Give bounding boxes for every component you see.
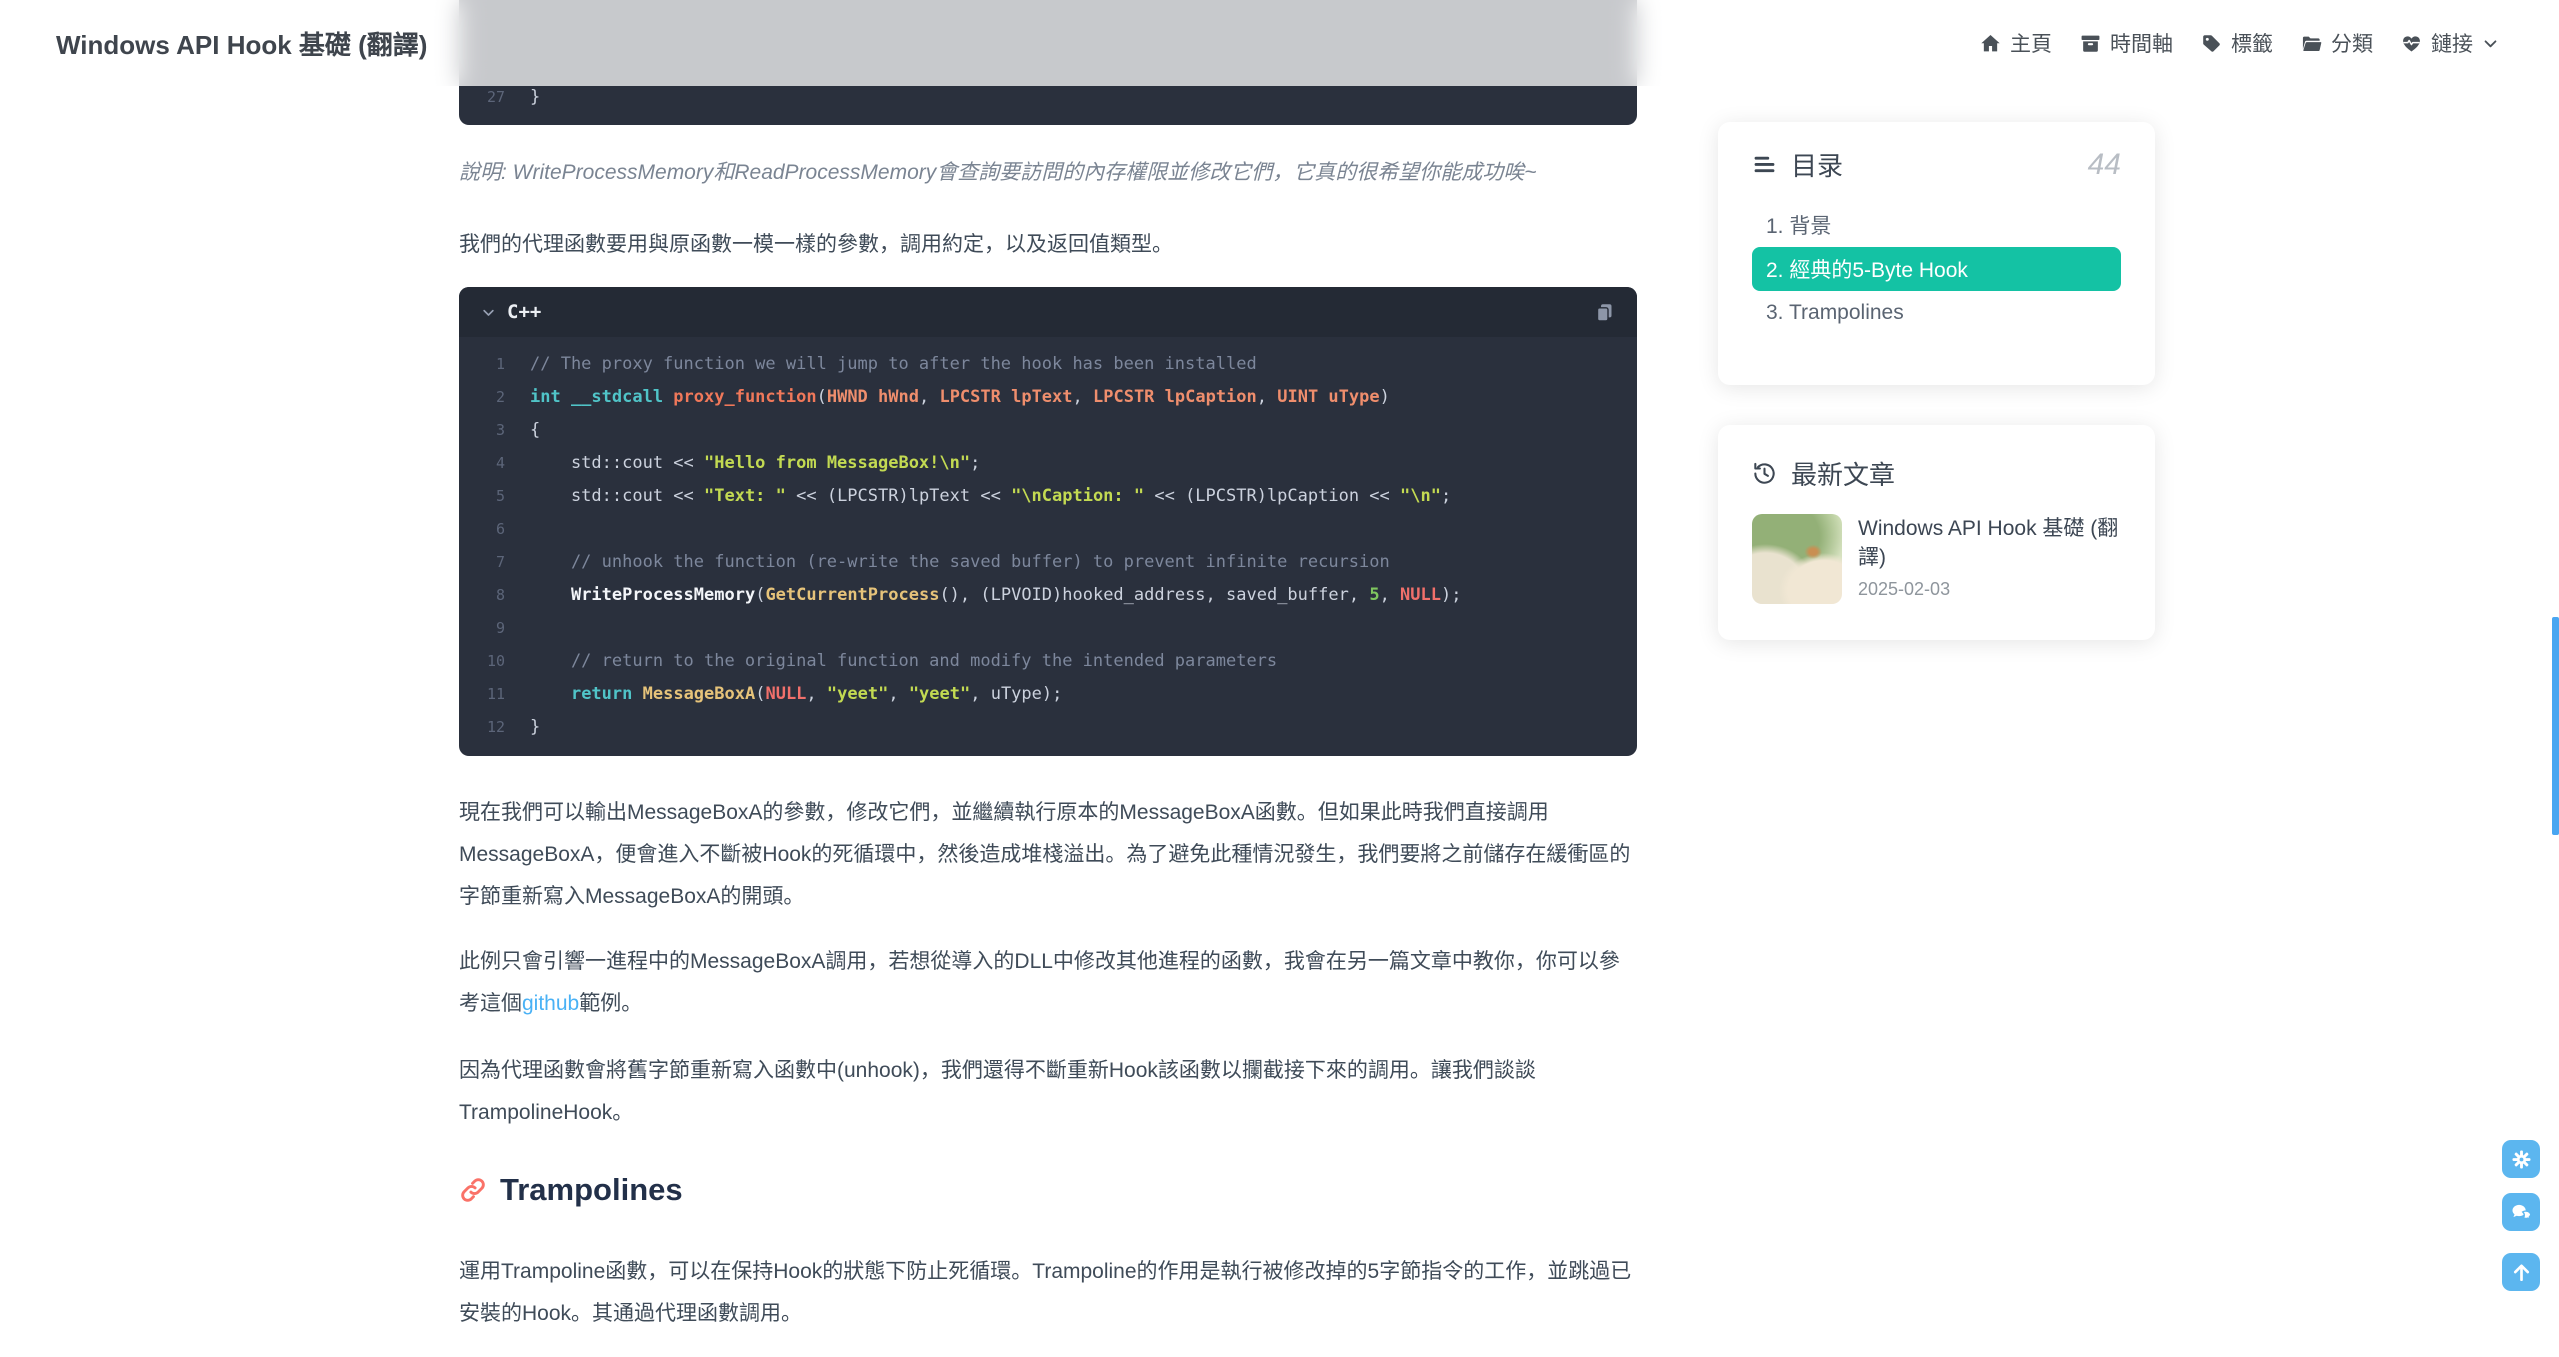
nav-item-heart-pulse[interactable]: 鏈接 <box>2401 28 2499 58</box>
recent-posts-title: 最新文章 <box>1791 460 1896 490</box>
paragraph-trampoline: 運用Trampoline函數，可以在保持Hook的狀態下防止死循環。Trampo… <box>459 1260 1632 1325</box>
folder-icon <box>2301 33 2322 54</box>
section-heading-text: Trampolines <box>500 1172 683 1207</box>
toc-item[interactable]: 1. 背景 <box>1752 203 2121 247</box>
header-nav: 主頁 時間軸 標籤 分類 鏈接 <box>1980 28 2499 58</box>
page-title: Windows API Hook 基礎 (翻譯) <box>56 29 428 60</box>
toc-title: 目录 <box>1791 151 1844 181</box>
post-title[interactable]: Windows API Hook 基礎 (翻譯) <box>1858 514 2121 572</box>
paragraph-after-code: 現在我們可以輸出MessageBoxA的參數，修改它們，並繼續執行原本的Mess… <box>459 801 1631 908</box>
code-line: 7 // unhook the function (re-write the s… <box>459 545 1637 578</box>
post-thumbnail[interactable] <box>1752 514 1842 604</box>
nav-item-archive[interactable]: 時間軸 <box>2080 28 2173 58</box>
gear-icon <box>2510 1148 2533 1171</box>
recent-post-item[interactable]: Windows API Hook 基礎 (翻譯) 2025-02-03 <box>1752 514 2121 604</box>
line-number: 5 <box>495 486 505 505</box>
copy-icon <box>1594 302 1615 323</box>
line-number: 7 <box>495 552 505 571</box>
toc-count: 44 <box>2087 147 2121 181</box>
chevron-down-icon <box>2482 35 2499 52</box>
code-line: 1// The proxy function we will jump to a… <box>459 347 1637 380</box>
code-line: 3{ <box>459 413 1637 446</box>
toc-hamburger-icon <box>1752 152 1777 177</box>
line-number: 11 <box>486 684 505 703</box>
nav-item-folder[interactable]: 分類 <box>2301 28 2373 58</box>
code-line: 8 WriteProcessMemory(GetCurrentProcess()… <box>459 578 1637 611</box>
line-number: 2 <box>495 387 505 406</box>
scrollbar-thumb[interactable] <box>2552 617 2559 835</box>
archive-icon <box>2080 33 2101 54</box>
tag-icon <box>2201 33 2222 54</box>
code-line: 9 <box>459 611 1637 644</box>
heart-pulse-icon <box>2401 33 2422 54</box>
site-header: Windows API Hook 基礎 (翻譯) 主頁 時間軸 標籤 分類 鏈接 <box>0 0 2559 86</box>
history-icon <box>1752 461 1777 486</box>
copy-code-button[interactable] <box>1594 302 1615 323</box>
paragraph-github: 此例只會引響一進程中的MessageBoxA調用，若想從導入的DLL中修改其他進… <box>459 950 1620 1015</box>
github-link[interactable]: github <box>522 992 579 1015</box>
line-number: 27 <box>486 87 505 106</box>
recent-posts-list: Windows API Hook 基礎 (翻譯) 2025-02-03 <box>1752 514 2121 604</box>
line-number: 3 <box>495 420 505 439</box>
chat-icon <box>2510 1201 2533 1224</box>
toc-item-active[interactable]: 2. 經典的5-Byte Hook <box>1752 247 2121 291</box>
code-language-label: C++ <box>507 301 542 323</box>
line-number: 8 <box>495 585 505 604</box>
line-number: 12 <box>486 717 505 736</box>
code-block: C++ 1// The proxy function we will jump … <box>459 287 1637 756</box>
line-number: 9 <box>495 618 505 637</box>
collapse-chevron-icon[interactable] <box>481 305 496 320</box>
toc-list: 1. 背景 2. 經典的5-Byte Hook 3. Trampolines <box>1752 203 2121 335</box>
comments-button[interactable] <box>2502 1193 2540 1231</box>
settings-button[interactable] <box>2502 1140 2540 1178</box>
recent-posts-card: 最新文章 Windows API Hook 基礎 (翻譯) 2025-02-03 <box>1718 425 2155 640</box>
note-paragraph: 說明: WriteProcessMemory和ReadProcessMemory… <box>459 161 1537 184</box>
section-heading-trampolines: Trampolines <box>459 1172 683 1208</box>
code-line: 4 std::cout << "Hello from MessageBox!\n… <box>459 446 1637 479</box>
line-number: 10 <box>486 651 505 670</box>
paragraph-intro: 我們的代理函數要用與原函數一模一樣的參數，調用約定，以及返回值類型。 <box>459 233 1173 256</box>
nav-item-home[interactable]: 主頁 <box>1980 28 2052 58</box>
line-number: 6 <box>495 519 505 538</box>
line-number: 4 <box>495 453 505 472</box>
post-date: 2025-02-03 <box>1858 579 1951 599</box>
paragraph-unhook: 因為代理函數會將舊字節重新寫入函數中(unhook)，我們還得不斷重新Hook該… <box>459 1059 1536 1124</box>
code-line: 6 <box>459 512 1637 545</box>
code-line: 11 return MessageBoxA(NULL, "yeet", "yee… <box>459 677 1637 710</box>
code-line: 5 std::cout << "Text: " << (LPCSTR)lpTex… <box>459 479 1637 512</box>
home-icon <box>1980 33 2001 54</box>
code-line: 2 int __stdcall proxy_function(HWND hWnd,… <box>459 380 1637 413</box>
back-to-top-button[interactable] <box>2502 1253 2540 1291</box>
code-line: 10 // return to the original function an… <box>459 644 1637 677</box>
toc-item[interactable]: 3. Trampolines <box>1752 291 2121 335</box>
arrow-up-icon <box>2510 1261 2533 1284</box>
toc-card: 目录 44 1. 背景 2. 經典的5-Byte Hook 3. Trampolin… <box>1718 122 2155 385</box>
nav-item-tag[interactable]: 標籤 <box>2201 28 2273 58</box>
code-body: 1// The proxy function we will jump to a… <box>459 337 1637 756</box>
code-block-header: C++ <box>459 287 1637 337</box>
code-line: 12} <box>459 710 1637 743</box>
link-icon[interactable] <box>459 1176 487 1204</box>
line-number: 1 <box>495 354 505 373</box>
